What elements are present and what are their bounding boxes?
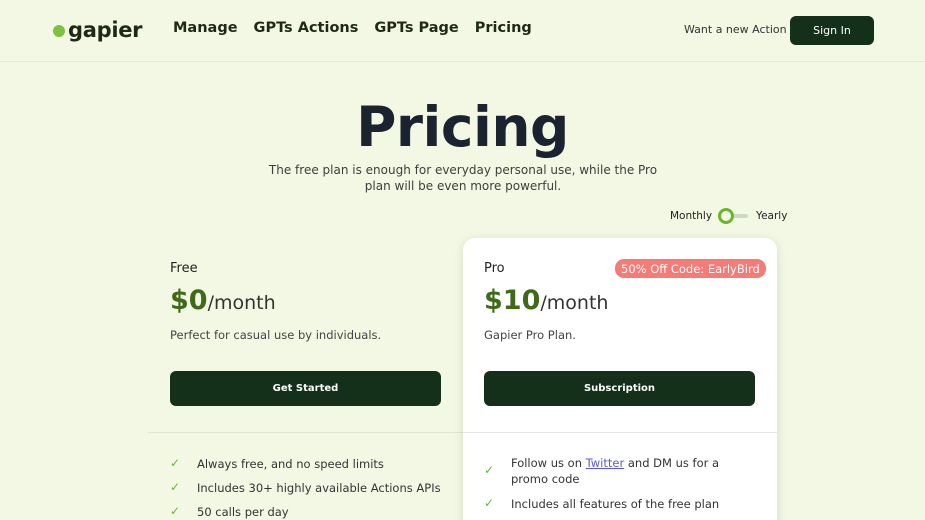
check-icon: ✓ bbox=[170, 456, 181, 470]
billing-toggle: Monthly Yearly bbox=[670, 208, 787, 224]
nav-item-pricing[interactable]: Pricing bbox=[475, 20, 532, 36]
monthly-label[interactable]: Monthly bbox=[670, 210, 712, 222]
feature-text-before: Follow us on bbox=[511, 456, 582, 470]
want-new-action-link[interactable]: Want a new Action + bbox=[684, 23, 799, 36]
feature-item: ✓ Follow us on Twitter and DM us for a p… bbox=[484, 455, 724, 487]
check-icon: ✓ bbox=[170, 480, 181, 494]
feature-text: Follow us on Twitter and DM us for a pro… bbox=[511, 455, 724, 487]
gapier-logo[interactable]: gapier bbox=[53, 18, 143, 42]
plan-price: $10 /month bbox=[484, 285, 608, 316]
price-amount: $0 bbox=[170, 285, 208, 316]
nav-item-gpts-page[interactable]: GPTs Page bbox=[374, 20, 458, 36]
subscription-button[interactable]: Subscription bbox=[484, 371, 755, 406]
feature-text: 50 calls per day bbox=[197, 505, 289, 519]
feature-text: Always free, and no speed limits bbox=[197, 457, 384, 471]
check-icon: ✓ bbox=[484, 463, 495, 477]
price-period: /month bbox=[207, 292, 276, 314]
price-period: /month bbox=[540, 292, 609, 314]
sign-in-button[interactable]: Sign In bbox=[790, 16, 874, 45]
divider bbox=[148, 432, 463, 433]
plan-description: Gapier Pro Plan. bbox=[484, 328, 576, 342]
plan-card-free: Free $0 /month Perfect for casual use by… bbox=[148, 240, 463, 520]
twitter-link[interactable]: Twitter bbox=[586, 456, 625, 470]
nav-item-gpts-actions[interactable]: GPTs Actions bbox=[254, 20, 359, 36]
feature-text: Includes 30+ highly available Actions AP… bbox=[197, 481, 441, 495]
logo-dot-icon bbox=[53, 25, 65, 37]
feature-text: Includes all features of the free plan bbox=[511, 497, 720, 511]
plan-card-pro: Pro 50% Off Code: EarlyBird $10 /month G… bbox=[463, 238, 777, 520]
page-title: Pricing bbox=[356, 95, 569, 159]
feature-item: ✓ 50 calls per day bbox=[170, 504, 289, 520]
check-icon: ✓ bbox=[170, 504, 181, 518]
plan-name: Pro bbox=[484, 261, 505, 276]
top-navbar: gapier Manage GPTs Actions GPTs Page Pri… bbox=[0, 0, 925, 62]
plan-name: Free bbox=[170, 261, 198, 276]
feature-item: ✓ Includes 30+ highly available Actions … bbox=[170, 480, 441, 496]
feature-item: ✓ Includes all features of the free plan bbox=[484, 496, 719, 512]
feature-item: ✓ Always free, and no speed limits bbox=[170, 456, 384, 472]
price-amount: $10 bbox=[484, 285, 541, 316]
plan-price: $0 /month bbox=[170, 285, 276, 316]
promo-badge: 50% Off Code: EarlyBird bbox=[615, 259, 766, 278]
nav-item-manage[interactable]: Manage bbox=[173, 20, 238, 36]
page-subtitle: The free plan is enough for everyday per… bbox=[268, 163, 658, 193]
get-started-button[interactable]: Get Started bbox=[170, 371, 441, 406]
toggle-knob[interactable] bbox=[718, 208, 735, 224]
yearly-label[interactable]: Yearly bbox=[756, 210, 787, 222]
plan-description: Perfect for casual use by individuals. bbox=[170, 328, 382, 342]
check-icon: ✓ bbox=[484, 496, 495, 510]
divider bbox=[463, 432, 777, 433]
logo-text: gapier bbox=[68, 18, 143, 42]
main-nav: Manage GPTs Actions GPTs Page Pricing bbox=[173, 20, 532, 36]
billing-toggle-switch[interactable] bbox=[718, 208, 750, 224]
